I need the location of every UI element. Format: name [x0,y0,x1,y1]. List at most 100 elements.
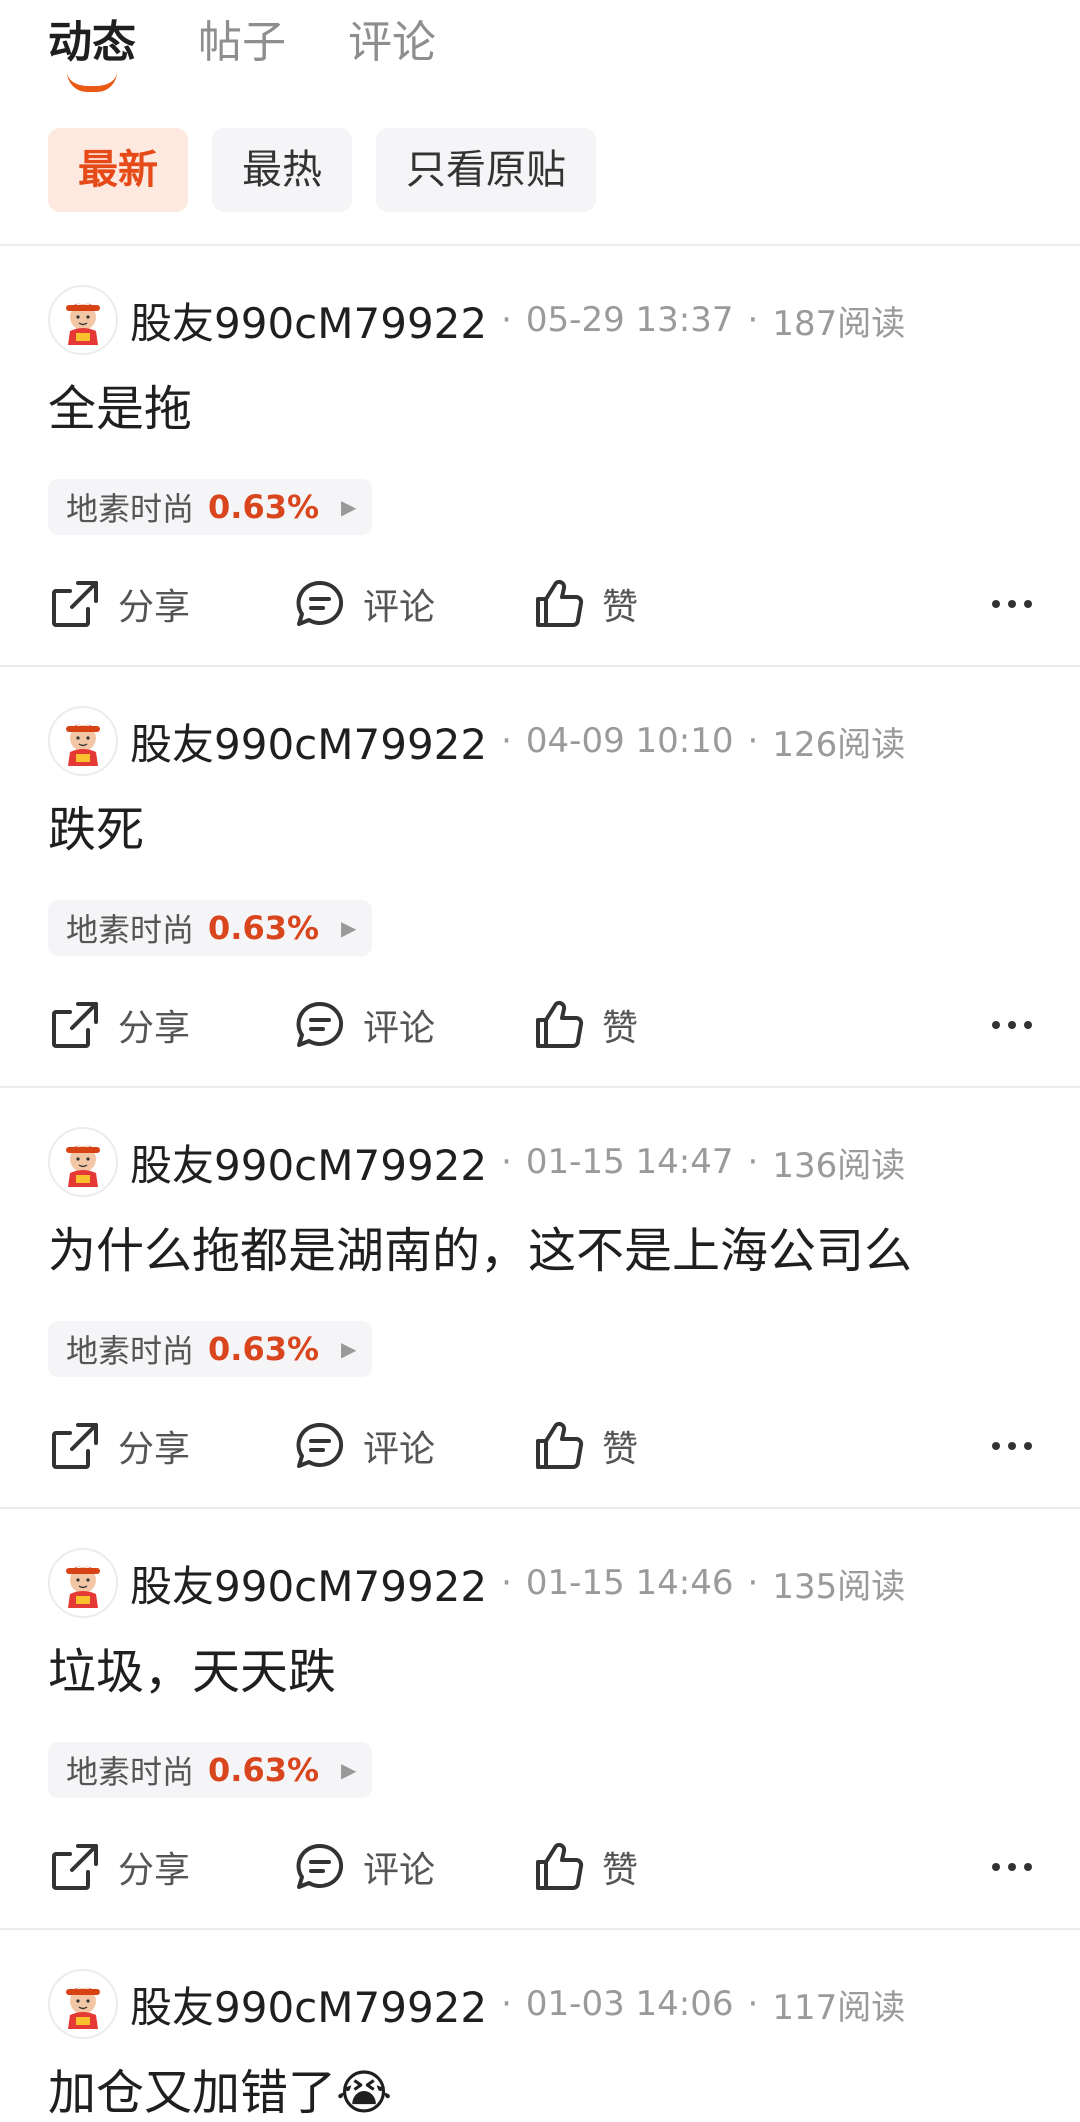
post-text[interactable]: 加仓又加错了😭 [48,2058,392,2122]
post-actions: 分享 评论 赞 [48,1410,1032,1482]
avatar[interactable] [48,1548,118,1618]
stock-change: 0.63% [208,1330,320,1368]
stock-name: 地素时尚 [66,911,195,949]
comment-button[interactable]: 评论 [293,1831,435,1903]
filter-latest-button[interactable]: 最新 [48,128,188,212]
comment-icon [296,1001,344,1047]
separator-dot: · [747,300,759,340]
separator-dot: · [747,1142,759,1182]
tab-dynamic[interactable]: 动态 [48,8,136,92]
thumbs-up-icon [536,579,584,627]
filter-original-only-button[interactable]: 只看原贴 [376,128,596,212]
tab-comments[interactable]: 评论 [348,8,436,78]
post-text[interactable]: 为什么拖都是湖南的，这不是上海公司么 [48,1216,912,1286]
stock-name: 地素时尚 [66,1332,195,1370]
thumbs-up-icon [536,1421,584,1469]
stock-tag[interactable]: 地素时尚 0.63% ▶ [48,479,372,535]
profile-tabs: 动态 帖子 评论 [48,8,436,92]
post-card[interactable]: 股友990cM79922 · 01-15 14:46 · 135阅读 垃圾，天天… [0,1509,1080,1930]
post-text[interactable]: 全是拖 [48,374,192,444]
share-label: 分享 [118,1008,191,1049]
separator-dot: · [501,721,512,761]
avatar[interactable] [48,1969,118,2039]
stock-change: 0.63% [208,909,320,947]
avatar[interactable] [48,1127,118,1197]
like-button[interactable]: 赞 [532,989,638,1061]
play-arrow-icon: ▶ [341,495,357,519]
separator-dot: · [747,1563,759,1603]
post-card[interactable]: 股友990cM79922 · 05-29 13:37 · 187阅读 全是拖 地… [0,246,1080,667]
play-arrow-icon: ▶ [341,1337,357,1361]
share-button[interactable]: 分享 [48,989,190,1061]
separator-dot: · [501,1142,512,1182]
like-button[interactable]: 赞 [532,568,638,640]
post-text[interactable]: 跌死 [48,795,144,865]
separator-dot: · [501,300,512,340]
share-label: 分享 [118,587,191,628]
post-date: 04-09 10:10 [525,721,734,761]
tab-posts-label: 帖子 [198,17,286,68]
thumbs-up-icon [536,1000,584,1048]
share-icon [52,1844,98,1890]
separator-dot: · [747,721,759,761]
like-button[interactable]: 赞 [532,1831,638,1903]
read-count: 135阅读 [772,1566,906,1607]
stock-tag[interactable]: 地素时尚 0.63% ▶ [48,900,372,956]
username[interactable]: 股友990cM79922 [130,1974,487,2035]
tab-posts[interactable]: 帖子 [198,8,286,78]
read-count: 136阅读 [772,1145,906,1186]
comment-button[interactable]: 评论 [293,989,435,1061]
share-button[interactable]: 分享 [48,568,190,640]
comment-label: 评论 [363,1850,436,1891]
separator-dot: · [747,1984,759,2024]
separator-dot: · [501,1563,512,1603]
stock-tag[interactable]: 地素时尚 0.63% ▶ [48,1321,372,1377]
like-label: 赞 [602,587,639,628]
like-button[interactable]: 赞 [532,1410,638,1482]
read-count: 126阅读 [772,724,906,765]
post-date: 01-15 14:47 [525,1142,734,1182]
share-label: 分享 [118,1429,191,1470]
tab-comments-label: 评论 [348,17,436,68]
username[interactable]: 股友990cM79922 [130,711,487,772]
stock-name: 地素时尚 [66,1753,195,1791]
play-arrow-icon: ▶ [341,1758,357,1782]
avatar[interactable] [48,285,118,355]
comment-button[interactable]: 评论 [293,568,435,640]
post-date: 01-15 14:46 [525,1563,734,1603]
share-button[interactable]: 分享 [48,1410,190,1482]
post-actions: 分享 评论 赞 [48,989,1032,1061]
comment-icon [296,1422,344,1468]
separator-dot: · [501,1984,512,2024]
post-card[interactable]: 股友990cM79922 · 01-15 14:47 · 136阅读 为什么拖都… [0,1088,1080,1509]
comment-label: 评论 [363,1008,436,1049]
more-options-button[interactable] [992,1831,1032,1903]
more-options-button[interactable] [992,989,1032,1061]
username[interactable]: 股友990cM79922 [130,1132,487,1193]
read-count: 187阅读 [772,303,906,344]
like-label: 赞 [602,1429,639,1470]
play-arrow-icon: ▶ [341,916,357,940]
avatar[interactable] [48,706,118,776]
comment-label: 评论 [363,1429,436,1470]
post-text[interactable]: 垃圾，天天跌 [48,1637,336,1707]
post-date: 01-03 14:06 [525,1984,734,2024]
username[interactable]: 股友990cM79922 [130,290,487,351]
post-card[interactable]: 股友990cM79922 · 04-09 10:10 · 126阅读 跌死 地素… [0,667,1080,1088]
share-icon [52,1002,98,1048]
stock-tag[interactable]: 地素时尚 0.63% ▶ [48,1742,372,1798]
thumbs-up-icon [536,1842,584,1890]
comment-icon [296,580,344,626]
share-icon [52,1423,98,1469]
username[interactable]: 股友990cM79922 [130,1553,487,1614]
post-actions: 分享 评论 赞 [48,1831,1032,1903]
share-label: 分享 [118,1850,191,1891]
filter-hottest-button[interactable]: 最热 [212,128,352,212]
more-options-button[interactable] [992,568,1032,640]
comment-button[interactable]: 评论 [293,1410,435,1482]
post-card[interactable]: 股友990cM79922 · 01-03 14:06 · 117阅读 加仓又加错… [0,1930,1080,2122]
stock-change: 0.63% [208,1751,320,1789]
share-button[interactable]: 分享 [48,1831,190,1903]
stock-change: 0.63% [208,488,320,526]
more-options-button[interactable] [992,1410,1032,1482]
